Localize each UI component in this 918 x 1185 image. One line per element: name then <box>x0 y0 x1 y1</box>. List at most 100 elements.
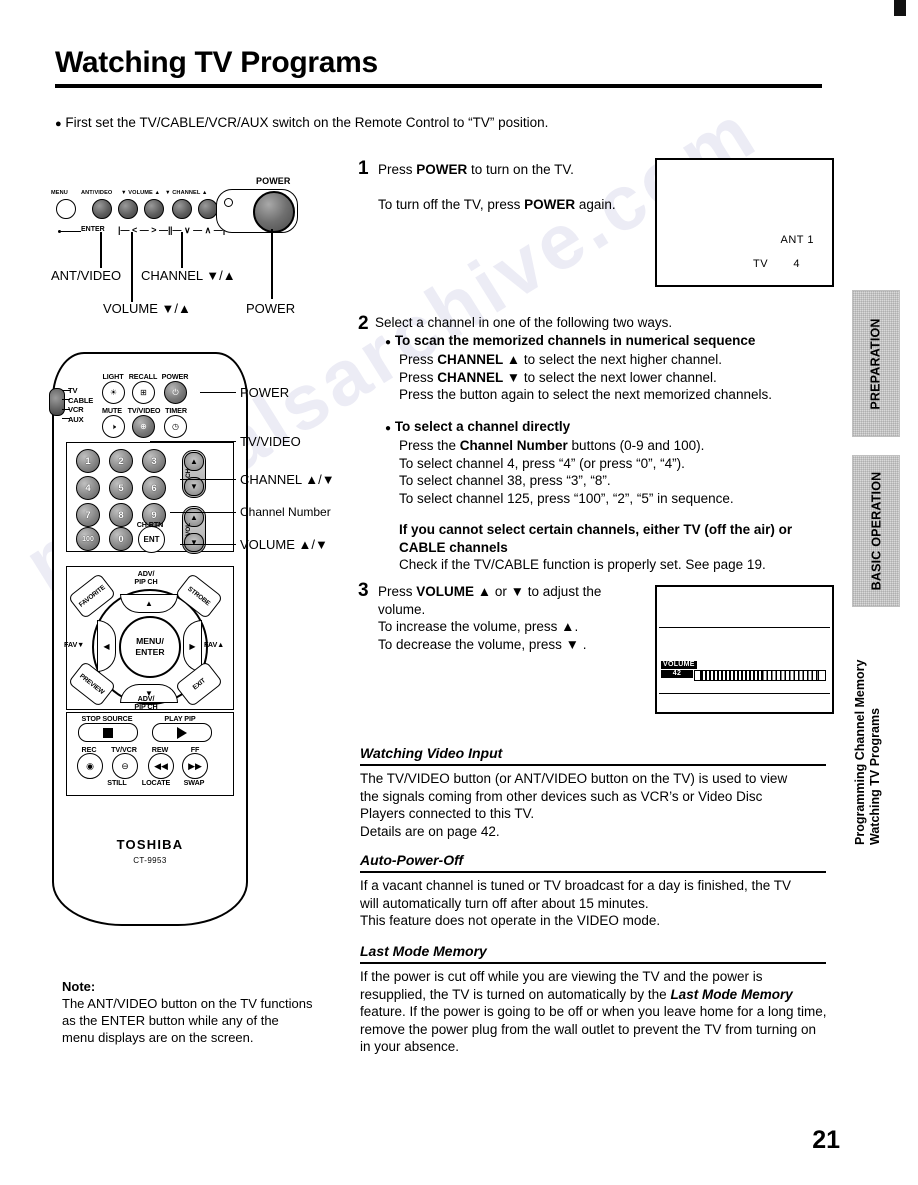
step-2-group-1-heading-row: ● To scan the memorized channels in nume… <box>385 332 792 352</box>
key-1[interactable]: 1 <box>76 449 100 473</box>
page-title: Watching TV Programs <box>55 46 378 79</box>
note-block: Note: The ANT/VIDEO button on the TV fun… <box>62 978 352 1046</box>
step-2-warning-heading-1: If you cannot select certain channels, e… <box>399 522 793 537</box>
section-2-line-3: This feature does not operate in the VID… <box>360 913 661 928</box>
power-indicator-led <box>224 198 233 207</box>
leader-volume <box>131 232 133 302</box>
step-2-g1-line-2: Press CHANNEL ▼ to select the next lower… <box>399 369 717 385</box>
stop-source-label: STOP SOURCE <box>81 714 133 723</box>
mode-switch-labels: TV CABLE VCR AUX <box>68 386 93 424</box>
leader-channel <box>181 232 183 268</box>
remote-callout-power: POWER <box>240 385 290 400</box>
osd-source-label: TV <box>753 258 769 270</box>
panel-label-channel: ▼ CHANNEL ▲ <box>165 190 208 196</box>
tv-front-panel-diagram: MENU ANT/VIDEO ▼ VOLUME ▲ ▼ CHANNEL ▲ EN… <box>48 176 358 326</box>
record-button[interactable]: ◉ <box>77 753 103 779</box>
osd-channel-number: 4 <box>793 258 800 270</box>
manual-page: manualsarchive.com Watching TV Programs … <box>0 0 918 1185</box>
key-8[interactable]: 8 <box>109 503 133 527</box>
recall-button[interactable]: ⊞ <box>132 381 155 404</box>
stop-button[interactable] <box>78 723 138 742</box>
step-2-g2-line-2: To select channel 4, press “4” (or press… <box>399 455 685 471</box>
mode-switch[interactable] <box>49 388 65 416</box>
section-2-line-1: If a vacant channel is tuned or TV broad… <box>360 878 791 893</box>
power-button[interactable]: ⏻ <box>164 381 187 404</box>
rewind-button[interactable]: ◀◀ <box>148 753 174 779</box>
adv-pip-top-line2: PIP CH <box>134 577 158 586</box>
side-tab-preparation-label: PREPARATION <box>869 317 884 410</box>
key-2[interactable]: 2 <box>109 449 133 473</box>
step-3-line-4: To decrease the volume, press ▼ . <box>378 636 587 652</box>
enter-lead-line <box>61 231 81 233</box>
fast-forward-button[interactable]: ▶▶ <box>182 753 208 779</box>
key-5[interactable]: 5 <box>109 476 133 500</box>
screen-divider-bottom <box>659 693 830 694</box>
enter-button[interactable]: ENT <box>138 526 165 553</box>
remote-label-light: LIGHT <box>102 372 124 381</box>
light-button[interactable]: ☀ <box>102 381 125 404</box>
section-1-line-4: Details are on page 42. <box>360 823 500 839</box>
remote-callout-channel: CHANNEL ▲/▼ <box>240 472 335 487</box>
section-1-line-1: The TV/VIDEO button (or ANT/VIDEO button… <box>360 771 788 786</box>
note-heading: Note: <box>62 979 96 994</box>
ant-video-knob[interactable] <box>92 199 112 219</box>
key-6[interactable]: 6 <box>142 476 166 500</box>
step-2-group-2-heading: To select a channel directly <box>394 418 571 434</box>
bullet-icon: ● <box>385 422 392 434</box>
note-line-2: as the ENTER button while any of the <box>62 1013 279 1028</box>
tv-video-button[interactable]: ⊕ <box>132 415 155 438</box>
fav-up-label: FAV▲ <box>204 640 225 649</box>
step-2-body: Select a channel in one of the following… <box>375 314 792 574</box>
key-3[interactable]: 3 <box>142 449 166 473</box>
menu-enter-button[interactable]: MENU/ ENTER <box>119 616 181 678</box>
side-tab-basic-operation[interactable]: BASIC OPERATION <box>852 455 900 607</box>
step-2-g1-line-3: Press the button again to select the nex… <box>399 387 772 402</box>
wheel-right-button[interactable]: ▶ <box>183 620 202 672</box>
power-knob[interactable] <box>253 191 295 233</box>
osd-volume-bar-end-cap <box>818 670 826 681</box>
intro-note: ● First set the TV/CABLE/VCR/AUX switch … <box>55 115 548 130</box>
step-2-number: 2 <box>358 313 369 334</box>
panel-label-volume: ▼ VOLUME ▲ <box>121 190 161 196</box>
step-2-warning-body: Check if the TV/CABLE function is proper… <box>399 557 766 572</box>
volume-up-knob[interactable] <box>144 199 164 219</box>
side-tab-basic-operation-label: BASIC OPERATION <box>869 471 883 591</box>
remote-control-diagram: TV CABLE VCR AUX LIGHT RECALL POWER ☀ ⊞ … <box>49 352 248 926</box>
mode-label-aux: AUX <box>68 414 84 424</box>
channel-up-knob[interactable] <box>198 199 218 219</box>
mode-label-vcr: VCR <box>68 405 84 415</box>
key-4[interactable]: 4 <box>76 476 100 500</box>
step-1-body: Press POWER to turn on the TV. To turn o… <box>378 161 616 213</box>
callout-power: POWER <box>246 301 296 316</box>
section-1-line-3: Players connected to this TV. <box>360 806 535 821</box>
leader-remote-channel-number <box>170 512 236 514</box>
bullet-icon: ● <box>385 336 392 348</box>
play-button[interactable] <box>152 723 212 742</box>
remote-callout-channel-number: Channel Number <box>240 505 331 519</box>
side-running-head-line-1: Programming Channel Memory <box>853 659 867 845</box>
key-0[interactable]: 0 <box>109 527 133 551</box>
panel-label-power: POWER <box>256 176 291 186</box>
leader-remote-volume <box>180 544 236 546</box>
mute-button[interactable]: 🕨 <box>102 415 125 438</box>
key-7[interactable]: 7 <box>76 503 100 527</box>
step-2-g2-line-3: To select channel 38, press “3”, “8”. <box>399 473 611 488</box>
remote-label-tv-video: TV/VIDEO <box>127 406 161 415</box>
channel-down-knob[interactable] <box>172 199 192 219</box>
leader-remote-tv-video <box>150 441 236 443</box>
step-2-g1-line-1: Press CHANNEL ▲ to select the next highe… <box>399 352 723 367</box>
section-3-heading: Last Mode Memory <box>360 943 487 959</box>
side-tab-preparation[interactable]: PREPARATION <box>852 290 900 437</box>
step-3-line-2: volume. <box>378 601 426 617</box>
brand-logo: TOSHIBA <box>116 837 184 852</box>
panel-label-ant-video: ANT/VIDEO <box>81 190 113 196</box>
remote-label-recall: RECALL <box>128 372 158 381</box>
volume-bracket: |— < — > —| <box>118 225 171 235</box>
volume-down-knob[interactable] <box>118 199 138 219</box>
timer-button[interactable]: ◷ <box>164 415 187 438</box>
note-line-3: menu displays are on the screen. <box>62 1030 254 1045</box>
key-100[interactable]: 100 <box>76 527 100 551</box>
screen-volume: VOLUME 42 <box>655 585 834 714</box>
tv-vcr-button[interactable]: ⊖ <box>112 753 138 779</box>
menu-knob[interactable] <box>56 199 76 219</box>
